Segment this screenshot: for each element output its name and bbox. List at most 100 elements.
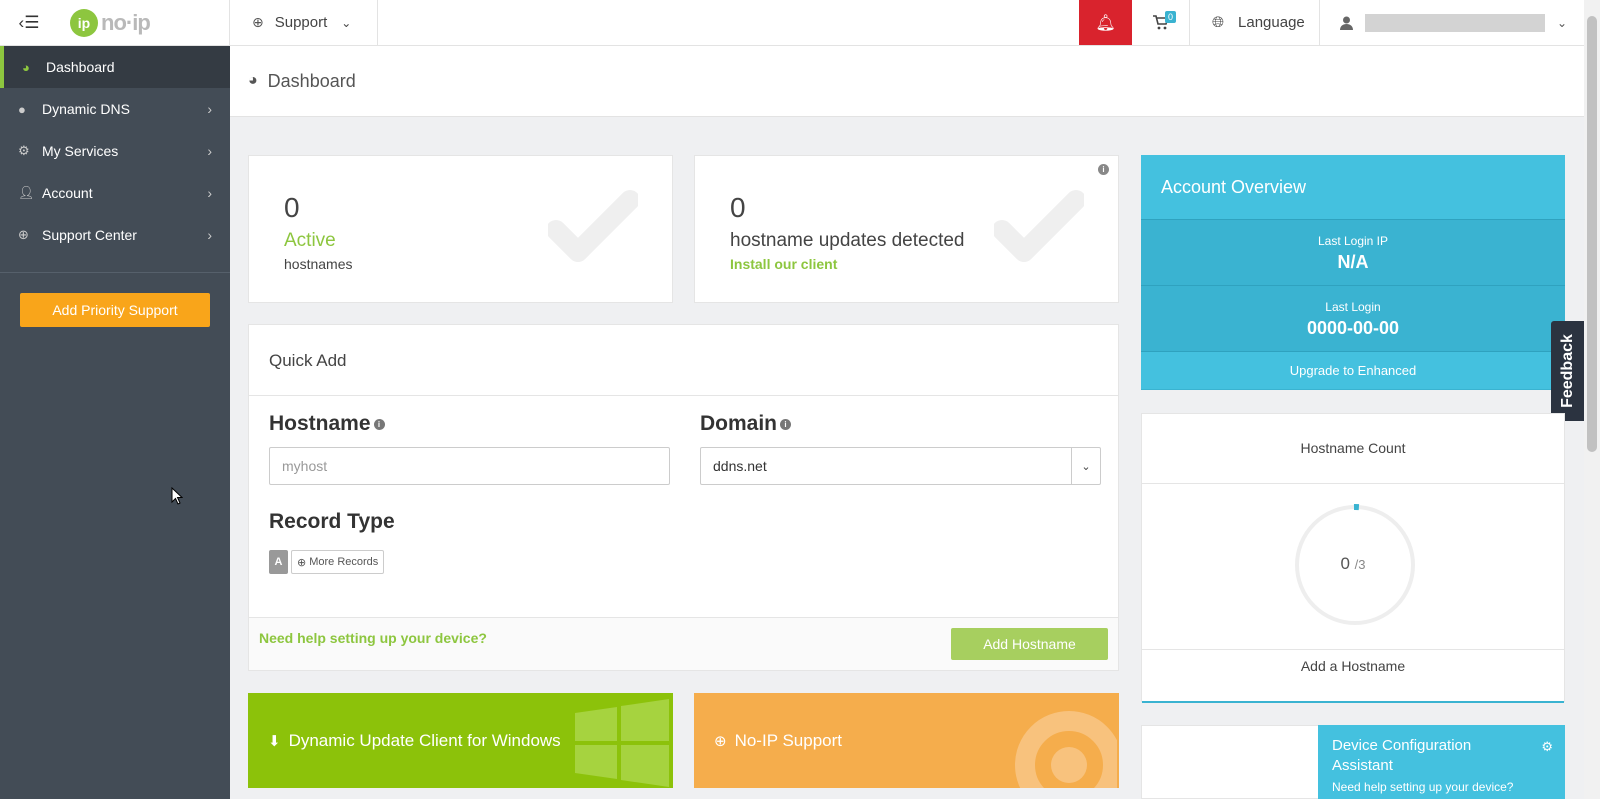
updates-label: hostname updates detected — [730, 230, 965, 251]
download-icon: ⬇︎ — [268, 732, 281, 750]
scrollbar-thumb[interactable] — [1587, 16, 1597, 452]
account-overview-panel: Account Overview Last Login IP N/A Last … — [1141, 155, 1565, 390]
device-config-subtitle: Need help setting up your device? — [1332, 780, 1514, 794]
gear-icon: ⚙︎ — [18, 143, 30, 158]
hostname-input[interactable]: myhost — [269, 447, 670, 485]
device-config-title: Device Configuration Assistant — [1332, 737, 1472, 774]
add-priority-support-button[interactable]: Add Priority Support — [20, 293, 210, 327]
card-accent-bar — [1142, 701, 1564, 703]
checkmark-icon — [994, 190, 1084, 262]
hostname-count-title: Hostname Count — [1300, 440, 1406, 456]
user-icon — [1340, 16, 1353, 30]
cart-count-badge: 0 — [1165, 11, 1177, 23]
sidebar-item-account[interactable]: 👤︎ Account › — [0, 172, 230, 214]
notifications-button[interactable]: 🔔︎ — [1079, 0, 1132, 45]
device-configuration-assistant[interactable]: Device Configuration Assistant Need help… — [1318, 725, 1565, 799]
support-label: Support — [274, 14, 328, 31]
last-login-value: 0000-00-00 — [1306, 318, 1400, 338]
gears-icon: ⚙︎ — [1541, 739, 1553, 754]
redacted-username — [1365, 13, 1545, 32]
divider — [249, 395, 1118, 396]
sidebar-item-support-center[interactable]: ⊕ Support Center › — [0, 214, 230, 256]
account-overview-title: Account Overview — [1141, 155, 1565, 220]
logo-mark-icon: ip — [70, 8, 98, 37]
hostname-count-card: Hostname Count 0 /3 Add a Hostname — [1141, 413, 1565, 703]
sidebar-divider — [0, 272, 230, 273]
lifebuoy-icon: ⊕ — [18, 227, 29, 242]
cart-button[interactable]: 0 — [1132, 0, 1190, 45]
active-count: 0 — [284, 192, 300, 223]
menu-icon: ‹☰ — [18, 12, 40, 32]
hostname-used-count: 0 — [1340, 554, 1350, 573]
windows-client-promo[interactable]: ⬇︎ Dynamic Update Client for Windows — [248, 693, 673, 788]
top-bar: ‹☰ ip no·ip ⊕ Support ⌄ 🔔︎ 0 🌐︎ Language… — [0, 0, 1584, 46]
last-login-row: Last Login 0000-00-00 — [1141, 286, 1565, 352]
info-icon[interactable]: i — [1098, 164, 1109, 175]
noip-support-promo[interactable]: ⊕ No-IP Support — [694, 693, 1119, 788]
sidebar-item-my-services[interactable]: ⚙︎ My Services › — [0, 130, 230, 172]
dashboard-icon: ◕ — [248, 72, 258, 89]
divider — [1142, 649, 1564, 650]
divider — [1142, 483, 1564, 484]
sidebar-item-dashboard[interactable]: ◕ Dashboard — [0, 46, 230, 88]
hostname-label: Hostname i — [269, 412, 385, 436]
chevron-right-icon: › — [207, 101, 212, 117]
device-config-image-area — [1141, 725, 1319, 799]
record-type-label: Record Type — [269, 510, 395, 533]
active-hostnames-card: 0 Active hostnames — [248, 155, 673, 303]
sidebar-item-dynamic-dns[interactable]: ● Dynamic DNS › — [0, 88, 230, 130]
sidebar-toggle-button[interactable]: ‹☰ — [0, 0, 58, 45]
chevron-right-icon: › — [207, 185, 212, 201]
add-hostname-button[interactable]: Add Hostname — [951, 628, 1108, 660]
setup-help-link[interactable]: Need help setting up your device? — [259, 630, 487, 646]
lifebuoy-large-icon — [1015, 711, 1117, 788]
windows-client-label: Dynamic Update Client for Windows — [288, 730, 561, 750]
noip-support-label: No-IP Support — [734, 730, 842, 750]
last-login-ip-row: Last Login IP N/A — [1141, 220, 1565, 286]
checkmark-icon — [548, 190, 638, 262]
upgrade-enhanced-link[interactable]: Upgrade to Enhanced — [1141, 352, 1565, 389]
user-menu[interactable]: ⌄ — [1320, 0, 1584, 45]
last-login-ip-value: N/A — [1337, 252, 1369, 272]
feedback-tab[interactable]: Feedback — [1551, 321, 1584, 421]
record-type-a-button[interactable]: A — [269, 550, 288, 574]
chevron-down-icon: ⌄ — [1557, 15, 1568, 30]
noip-logo[interactable]: ip no·ip — [58, 0, 230, 45]
sidebar-item-label: Dashboard — [46, 59, 115, 75]
user-icon: 👤︎ — [18, 185, 35, 200]
page-title: Dashboard — [267, 70, 356, 91]
chevron-down-icon: ⌄ — [1071, 448, 1100, 484]
dashboard-icon: ◕ — [22, 59, 30, 75]
hostname-total-count: /3 — [1354, 557, 1366, 572]
support-menu[interactable]: ⊕ Support ⌄ — [230, 0, 378, 45]
updates-count: 0 — [730, 192, 746, 223]
info-icon[interactable]: i — [780, 418, 792, 430]
hostname-label-text: Hostname — [269, 412, 371, 435]
sidebar-item-label: Support Center — [42, 227, 137, 243]
globe-icon: ● — [18, 101, 26, 117]
last-login-ip-label: Last Login IP — [1317, 234, 1389, 248]
feedback-label: Feedback — [1558, 334, 1576, 408]
hostname-updates-card: i 0 hostname updates detected Install ou… — [694, 155, 1119, 303]
language-menu[interactable]: 🌐︎ Language — [1190, 0, 1320, 45]
mouse-cursor-icon — [171, 487, 183, 505]
more-records-button[interactable]: ⊕ More Records — [291, 550, 385, 574]
sidebar-item-label: Account — [42, 185, 93, 201]
domain-select-value: ddns.net — [713, 458, 767, 474]
page-scrollbar[interactable] — [1584, 0, 1600, 799]
globe-icon: 🌐︎ — [1212, 14, 1225, 31]
chevron-right-icon: › — [207, 227, 212, 243]
domain-label-text: Domain — [700, 412, 778, 435]
domain-label: Domain i — [700, 412, 792, 436]
add-hostname-link[interactable]: Add a Hostname — [1142, 658, 1564, 674]
sidebar-item-label: My Services — [42, 143, 119, 159]
hostnames-label: hostnames — [284, 256, 353, 272]
sidebar: ◕ Dashboard ● Dynamic DNS › ⚙︎ My Servic… — [0, 46, 230, 799]
active-label: Active — [284, 230, 336, 251]
domain-select[interactable]: ddns.net ⌄ — [700, 447, 1101, 485]
quick-add-title: Quick Add — [269, 351, 347, 370]
info-icon[interactable]: i — [373, 418, 385, 430]
chevron-right-icon: › — [207, 143, 212, 159]
install-client-link[interactable]: Install our client — [730, 256, 837, 272]
